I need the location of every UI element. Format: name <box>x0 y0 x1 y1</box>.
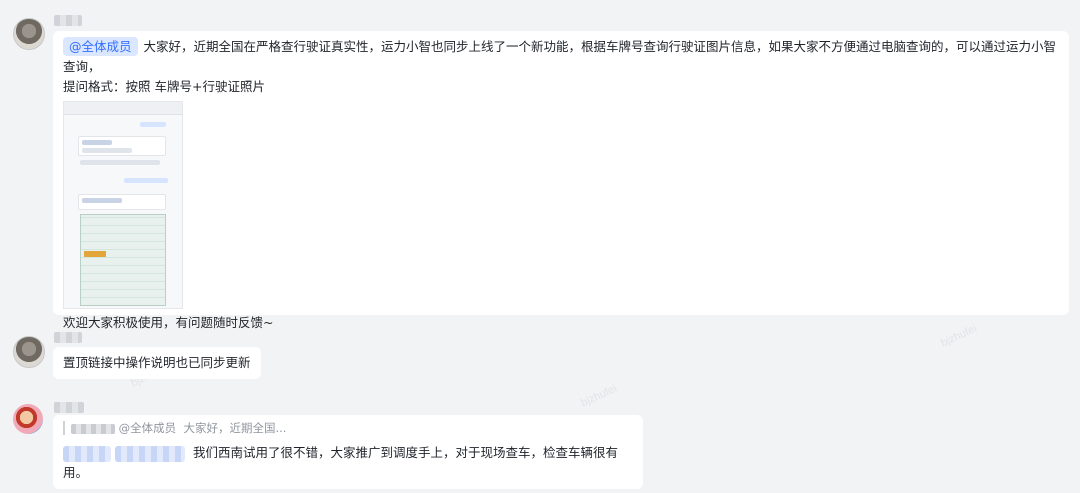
avatar[interactable] <box>13 336 45 368</box>
avatar[interactable] <box>13 404 43 434</box>
quote-text: 大家好，近期全国... <box>183 421 287 435</box>
message-footer: 欢迎大家积极使用，有问题随时反馈~ <box>63 315 274 330</box>
message-line-2: 提问格式：按照 车牌号+行驶证照片 <box>63 79 265 94</box>
message-text: @全体成员 大家好，近期全国在严格查行驶证真实性，运力小智也同步上线了一个新功能，… <box>63 37 1059 77</box>
watermark: bjzhufei <box>579 382 619 410</box>
quoted-sender-redacted <box>71 423 115 434</box>
mention-all[interactable]: @全体成员 <box>63 37 138 56</box>
attached-screenshot-image[interactable] <box>63 101 183 309</box>
sender-name-redacted[interactable] <box>54 332 82 343</box>
mention-redacted[interactable] <box>63 445 111 462</box>
message-bubble[interactable]: 置顶链接中操作说明也已同步更新 <box>53 347 261 379</box>
sender-name-redacted[interactable] <box>54 402 84 413</box>
message-line-1: 大家好，近期全国在严格查行驶证真实性，运力小智也同步上线了一个新功能，根据车牌号… <box>63 39 1057 74</box>
message-bubble[interactable]: @全体成员 大家好，近期全国... 我们西南试用了很不错，大家推广到调度手上，对… <box>53 415 643 489</box>
chat-panel: bjzhufei bjzhufei bjzhufei bjzhufei bjzh… <box>0 0 1080 493</box>
mention-redacted[interactable] <box>114 445 185 462</box>
quote-mention: @全体成员 <box>118 421 177 435</box>
message-text: 置顶链接中操作说明也已同步更新 <box>63 355 251 370</box>
message-text-row: 我们西南试用了很不错，大家推广到调度手上，对于现场查车，检查车辆很有用。 <box>63 443 633 483</box>
message-bubble[interactable]: @全体成员 大家好，近期全国在严格查行驶证真实性，运力小智也同步上线了一个新功能，… <box>53 31 1069 330</box>
reply-quote[interactable]: @全体成员 大家好，近期全国... <box>63 421 633 435</box>
avatar[interactable] <box>13 18 45 50</box>
sender-name-redacted[interactable] <box>54 15 82 26</box>
